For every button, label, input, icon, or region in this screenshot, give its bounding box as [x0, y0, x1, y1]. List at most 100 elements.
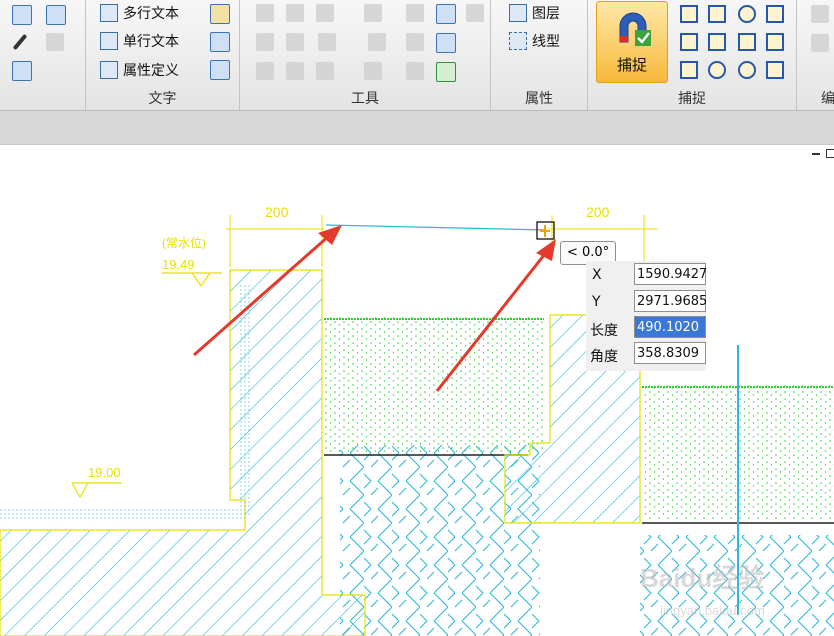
attribute-icon — [100, 61, 118, 79]
x-label: X — [592, 267, 602, 283]
properties-group-label: 属性 — [525, 91, 553, 107]
snap-group: 捕捉 捕捉 — [588, 0, 797, 110]
dim-linear-icon — [286, 62, 304, 80]
text-edit-icon[interactable] — [210, 32, 230, 52]
layer-label: 图层 — [532, 6, 560, 22]
dynamic-input-panel: X 1590.9427 Y 2971.9685 长度 490.1020 角度 3… — [586, 261, 707, 371]
y-input[interactable]: 2971.9685 — [634, 290, 707, 312]
block-edit-icon[interactable] — [46, 5, 66, 25]
pen-icon[interactable] — [12, 33, 28, 51]
cut-icon — [811, 5, 829, 23]
tools-group-label: 工具 — [351, 91, 379, 107]
snap-extension-icon[interactable] — [766, 61, 784, 79]
snap-button-label: 捕捉 — [616, 56, 647, 74]
text-icon — [100, 32, 118, 50]
panel-icon — [466, 4, 484, 22]
snap-quadrant-icon[interactable] — [708, 61, 726, 79]
multiline-text-button[interactable]: 多行文本 — [100, 2, 179, 24]
properties-group: 图层 线型 属性 — [491, 0, 588, 110]
corner-icon — [316, 62, 334, 80]
single-text-button[interactable]: 单行文本 — [100, 30, 179, 52]
linetype-label: 线型 — [532, 34, 560, 50]
snap-nearest-icon[interactable] — [738, 61, 756, 79]
elevation-upper-text: 19.49 — [162, 257, 195, 272]
y-label: Y — [592, 294, 601, 310]
watermark-brand: Baidu经验 — [640, 563, 764, 593]
edit-group-partial: 编 — [797, 0, 834, 110]
angle-label: 角度 — [590, 349, 618, 365]
trim-icon — [368, 33, 386, 51]
paste-icon — [811, 34, 829, 52]
elevation-lower-text: 19.00 — [88, 465, 121, 480]
single-text-label: 单行文本 — [123, 34, 179, 50]
text-group-label: 文字 — [148, 91, 177, 107]
wall-sand-strip — [240, 285, 252, 515]
dots-icon — [256, 62, 274, 80]
text-group: 多行文本 单行文本 属性定义 文字 — [86, 0, 240, 110]
drawing-canvas[interactable]: 200 200 (常水位) 19.49 19.00 Baidu经验 jingya… — [0, 145, 834, 636]
snap-group-label: 捕捉 — [678, 91, 706, 107]
attribute-define-button[interactable]: 属性定义 — [100, 59, 179, 81]
planting-bed-left — [324, 317, 544, 453]
chamfer-icon — [364, 62, 382, 80]
refresh-icon[interactable] — [436, 4, 456, 24]
multiline-text-label: 多行文本 — [123, 6, 179, 22]
layer-button[interactable]: 图层 — [509, 2, 560, 24]
magnet-icon — [619, 12, 651, 46]
linetype-icon — [509, 32, 527, 50]
cad-drawing[interactable]: 200 200 (常水位) 19.49 19.00 Baidu经验 jingya… — [0, 145, 834, 636]
layer-icon — [509, 4, 527, 22]
elevation-lower-symbol — [71, 482, 122, 499]
retaining-wall — [0, 269, 366, 636]
attribute-define-label: 属性定义 — [123, 63, 179, 79]
group-icon — [406, 62, 424, 80]
draw-tools-group — [0, 0, 86, 110]
text-style-icon[interactable] — [210, 4, 230, 24]
rectangle2-icon — [286, 33, 304, 51]
length-input[interactable]: 490.1020 — [634, 316, 706, 338]
dimension-right-text: 200 — [586, 204, 610, 220]
edit-attribute-icon[interactable] — [210, 60, 230, 80]
snap-intersection-icon[interactable] — [680, 5, 698, 23]
rectangle-icon — [256, 33, 274, 51]
length-label: 长度 — [590, 323, 618, 339]
drawn-polyline — [325, 224, 547, 231]
rotate-icon — [286, 4, 304, 22]
add-layer-icon[interactable] — [436, 62, 456, 82]
snap-midpoint-icon[interactable] — [680, 61, 698, 79]
move-icon — [256, 4, 274, 22]
snap-button[interactable]: 捕捉 — [596, 1, 668, 83]
watermark-url: jingyan.baidu.com — [659, 603, 765, 618]
angle-input[interactable]: 358.8309 — [634, 342, 706, 364]
array-icon — [406, 33, 424, 51]
copy-icon — [406, 4, 424, 22]
scale-icon — [364, 4, 382, 22]
snap-perpendicular-icon[interactable] — [708, 5, 726, 23]
key-icon — [318, 33, 336, 51]
insert-block-icon[interactable] — [12, 5, 32, 25]
edit-group-label: 编 — [821, 91, 834, 107]
minimize-icon[interactable] — [812, 153, 820, 155]
cursor-crosshair-icon — [540, 225, 550, 237]
copy-disabled-icon — [46, 33, 64, 51]
ribbon-toolbar: 多行文本 单行文本 属性定义 文字 工具 图层 线型 属性 捕捉 捕捉 编 — [0, 0, 834, 111]
snap-parallel-icon[interactable] — [766, 33, 784, 51]
elevation-upper-symbol — [162, 272, 222, 288]
tools-group: 工具 — [240, 0, 491, 110]
base-sand-strip — [0, 507, 248, 521]
snap-endpoint-icon[interactable] — [708, 33, 726, 51]
mirror-icon — [316, 4, 334, 22]
snap-insert-icon[interactable] — [680, 33, 698, 51]
document-tab-bar — [0, 111, 834, 145]
table-icon[interactable] — [12, 61, 32, 81]
x-input[interactable]: 1590.9427 — [634, 263, 707, 285]
restore-icon[interactable] — [826, 149, 834, 158]
snap-tangent-icon[interactable] — [766, 5, 784, 23]
linetype-button[interactable]: 线型 — [509, 30, 560, 52]
zoom-icon[interactable] — [436, 33, 456, 53]
water-level-text: (常水位) — [162, 235, 206, 250]
text-icon — [100, 4, 118, 22]
snap-node-icon[interactable] — [738, 33, 756, 51]
angle-tooltip-text: < 0.0° — [567, 245, 610, 260]
snap-center-icon[interactable] — [738, 5, 756, 23]
